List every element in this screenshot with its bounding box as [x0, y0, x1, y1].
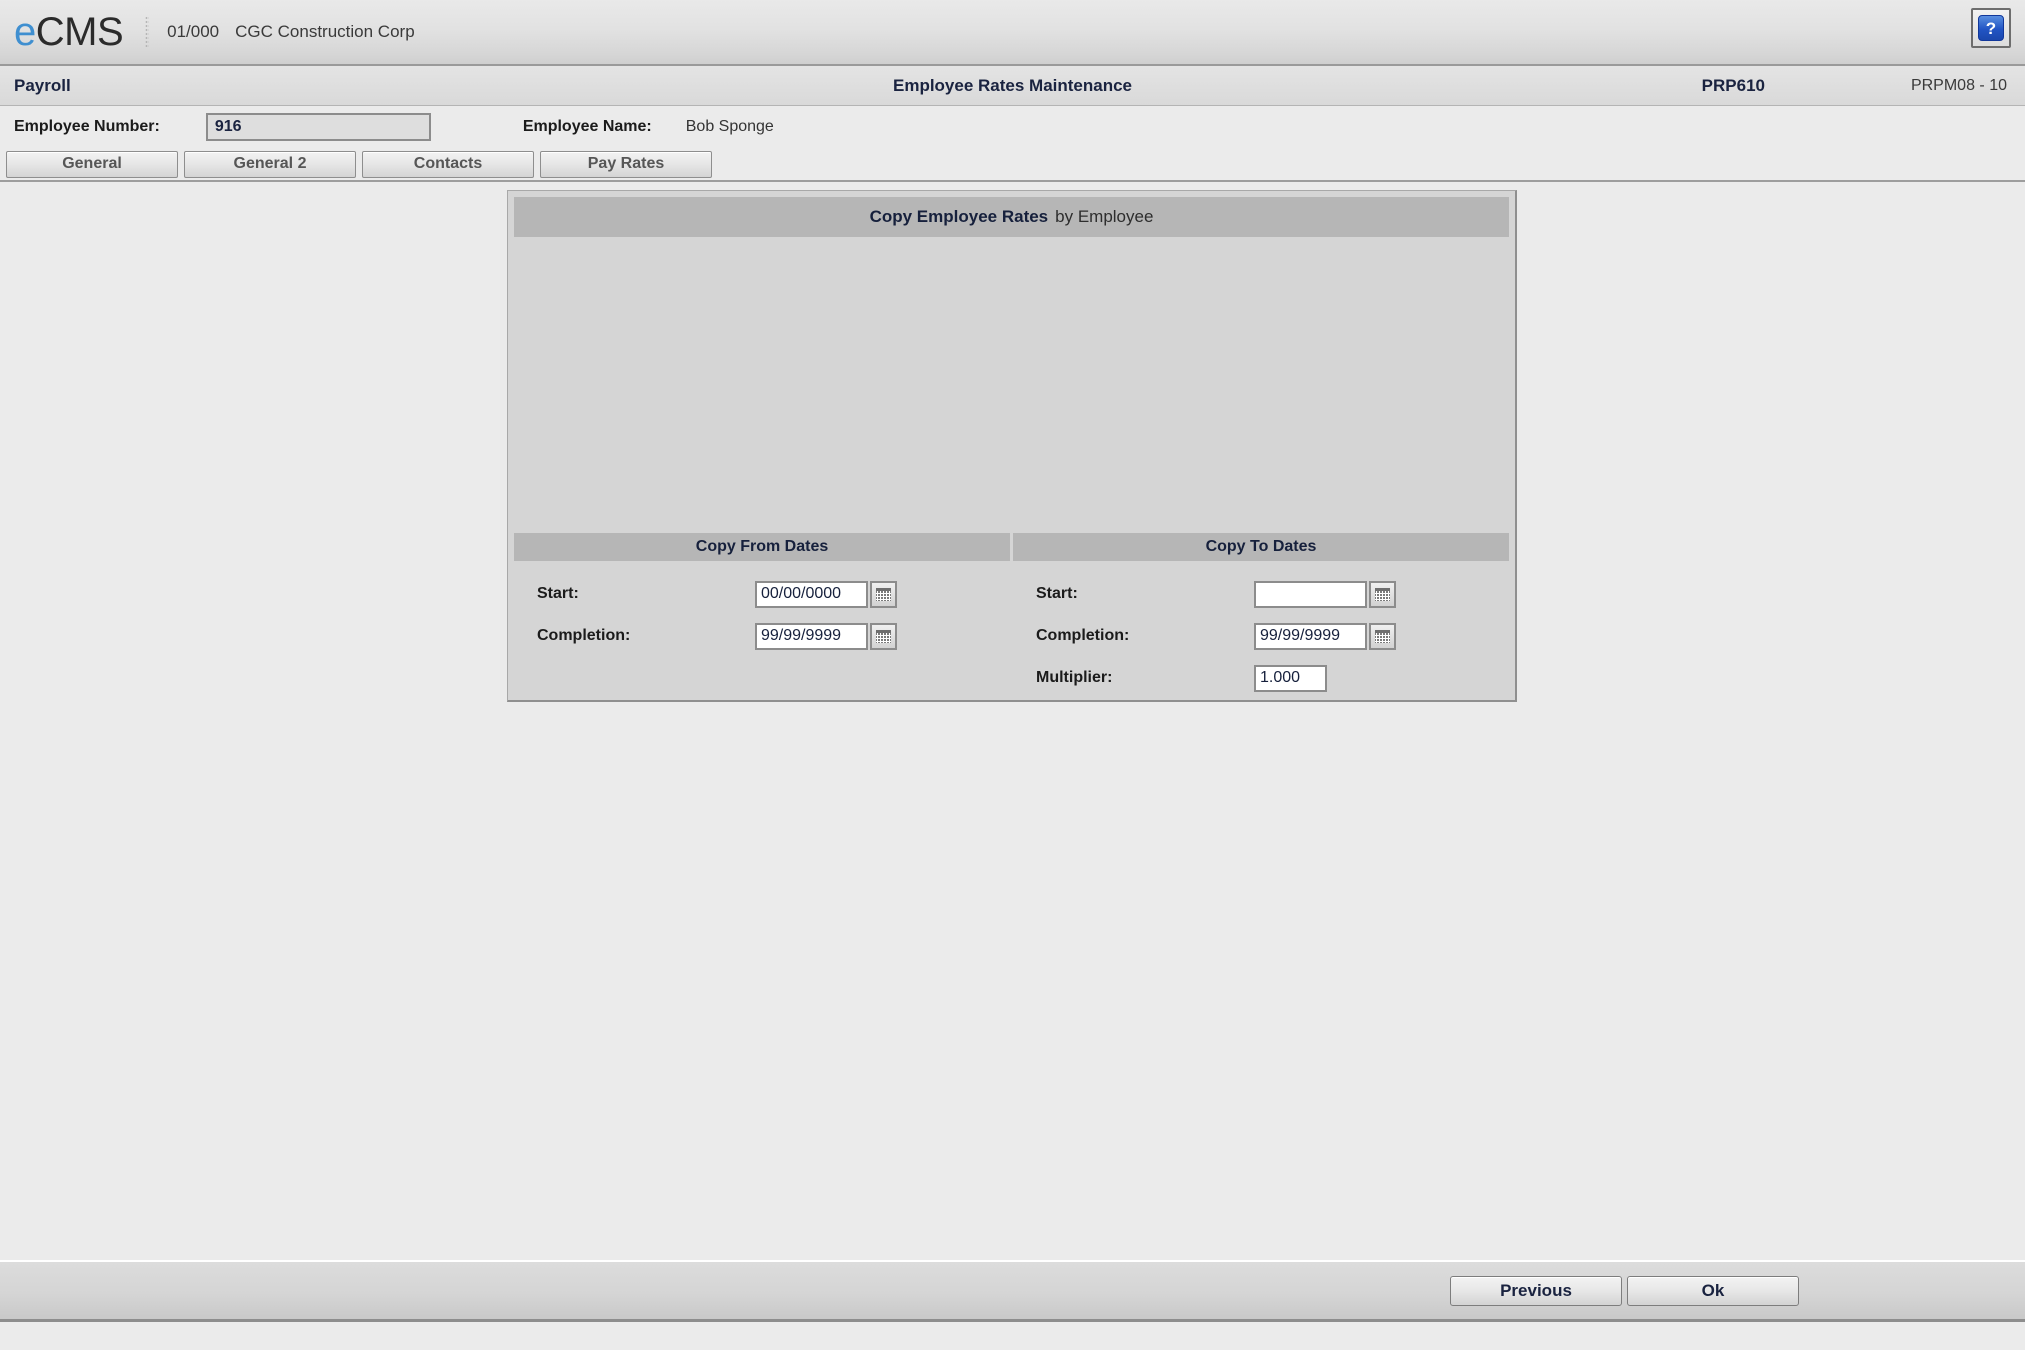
title-bar: Payroll Employee Rates Maintenance PRP61… [0, 66, 2025, 106]
multiplier-field [1254, 664, 1327, 692]
employee-number-input[interactable] [205, 113, 431, 141]
logo-letter-e: e [14, 10, 36, 54]
employee-name-label: Employee Name: [522, 118, 652, 135]
copy-to-completion-field [1254, 622, 1396, 650]
copy-from-start-row: Start: [514, 573, 1010, 615]
footer-bar: Previous Ok [0, 1260, 2025, 1322]
copy-to-dates-column: Start: Completion: Multiplier: [1013, 561, 1509, 699]
copy-from-start-input[interactable] [755, 580, 868, 608]
panel-empty-body [508, 237, 1515, 533]
previous-button[interactable]: Previous [1450, 1275, 1622, 1306]
screen-id: PRPM08 - 10 [1910, 76, 2007, 94]
copy-to-start-row: Start: [1013, 573, 1509, 615]
question-mark-icon: ? [1978, 15, 2004, 41]
tab-contacts[interactable]: Contacts [362, 150, 534, 178]
company-name: CGC Construction Corp [235, 22, 415, 41]
multiplier-row: Multiplier: [1013, 657, 1509, 699]
copy-to-completion-input[interactable] [1254, 622, 1367, 650]
ecms-logo: eCMS [14, 10, 124, 54]
copy-to-completion-label: Completion: [1036, 627, 1130, 644]
calendar-icon[interactable] [1369, 580, 1396, 608]
copy-from-completion-row: Completion: [514, 615, 1010, 657]
company-info: 01/000 CGC Construction Corp [167, 22, 415, 42]
tab-bar: General General 2 Contacts Pay Rates [0, 148, 2025, 182]
help-button[interactable]: ? [1971, 8, 2011, 48]
copy-to-dates-heading: Copy To Dates [1013, 533, 1509, 561]
tab-general[interactable]: General [6, 150, 178, 178]
copy-from-completion-field [755, 622, 897, 650]
copy-from-start-field [755, 580, 897, 608]
brand-bar: eCMS 01/000 CGC Construction Corp ? [0, 0, 2025, 66]
work-area: Copy Employee Rates by Employee Copy Fro… [0, 182, 2025, 1322]
calendar-icon[interactable] [870, 622, 897, 650]
ok-button[interactable]: Ok [1627, 1275, 1799, 1306]
copy-to-start-input[interactable] [1254, 580, 1367, 608]
company-code: 01/000 [167, 22, 220, 41]
copy-from-dates-heading: Copy From Dates [514, 533, 1010, 561]
panel-title: Copy Employee Rates [869, 207, 1049, 226]
calendar-grid-icon [876, 629, 891, 643]
date-column-headings: Copy From Dates Copy To Dates [514, 533, 1509, 561]
copy-from-start-label: Start: [537, 585, 579, 602]
calendar-grid-icon [876, 587, 891, 601]
panel-header: Copy Employee Rates by Employee [514, 197, 1509, 237]
copy-employee-rates-panel: Copy Employee Rates by Employee Copy Fro… [507, 190, 1517, 702]
calendar-grid-icon [1375, 587, 1390, 601]
copy-to-start-field [1254, 580, 1396, 608]
tab-general-2[interactable]: General 2 [184, 150, 356, 178]
multiplier-input[interactable] [1254, 664, 1327, 692]
copy-from-completion-label: Completion: [537, 627, 631, 644]
copy-from-dates-column: Start: Completion: [514, 561, 1010, 699]
calendar-icon[interactable] [1369, 622, 1396, 650]
program-id: PRP610 [1701, 75, 1765, 95]
calendar-icon[interactable] [870, 580, 897, 608]
date-columns: Start: Completion: Start: [514, 561, 1509, 699]
copy-to-start-label: Start: [1036, 585, 1078, 602]
employee-header-row: Employee Number: Employee Name: Bob Spon… [0, 106, 2025, 148]
copy-from-completion-input[interactable] [755, 622, 868, 650]
logo-text-cms: CMS [35, 10, 124, 54]
dotted-separator-icon [145, 16, 150, 48]
multiplier-label: Multiplier: [1036, 669, 1113, 686]
calendar-grid-icon [1375, 629, 1390, 643]
tab-pay-rates[interactable]: Pay Rates [540, 150, 712, 178]
copy-to-completion-row: Completion: [1013, 615, 1509, 657]
employee-number-label: Employee Number: [14, 118, 160, 135]
panel-subtitle: by Employee [1055, 207, 1154, 226]
employee-name-value: Bob Sponge [685, 118, 774, 135]
